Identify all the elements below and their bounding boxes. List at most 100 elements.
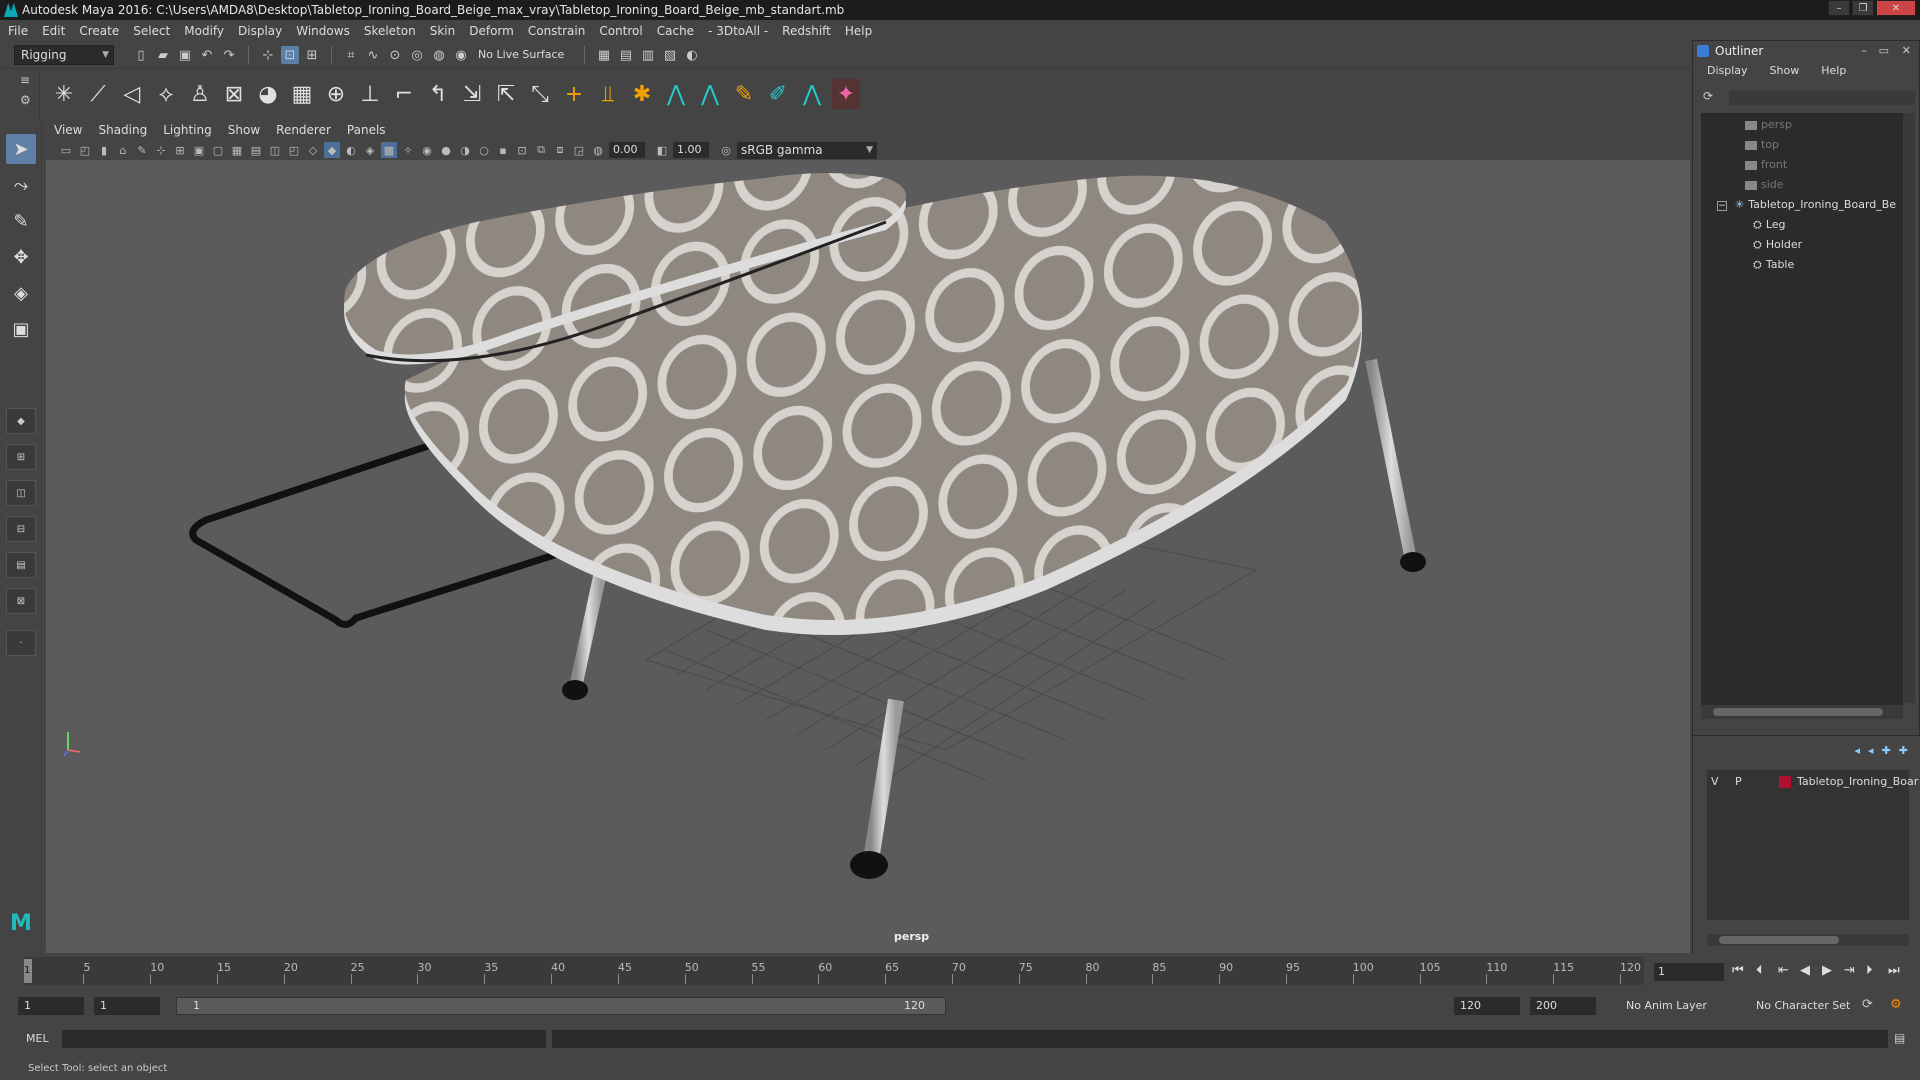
lasso-tool-icon[interactable]: ⤳ [6,170,36,200]
camera-attributes-icon[interactable]: ◰ [77,142,93,158]
auto-key-icon[interactable]: ⟳ [1862,997,1873,1012]
current-frame-field[interactable]: 1 [1654,963,1724,981]
textured-icon[interactable]: ▩ [381,142,397,158]
snap-point-icon[interactable]: ⊙ [386,46,404,64]
menu-set-dropdown[interactable]: Rigging ▼ [14,45,114,65]
undo-icon[interactable]: ↶ [198,46,216,64]
viewport-persp[interactable]: persp [46,160,1690,953]
xray-components-icon[interactable]: ◲ [571,142,587,158]
outliner-item-persp[interactable]: persp [1745,115,1792,135]
outliner-item-side[interactable]: side [1745,175,1784,195]
cross-locator-icon[interactable]: ✱ [628,79,656,109]
snap-curve-icon[interactable]: ∿ [364,46,382,64]
go-to-end-icon[interactable]: ⏭ [1888,963,1900,978]
snap-view-icon[interactable]: ◎ [408,46,426,64]
minimize-button[interactable]: – [1828,0,1850,16]
layer-playback-toggle[interactable]: P [1735,772,1742,792]
side-by-side-layout-icon[interactable]: ◫ [6,480,36,506]
current-time-marker[interactable]: 1 [24,959,32,983]
panel-menu-show[interactable]: Show [228,123,260,137]
xray-joints-icon[interactable]: ⧈ [552,142,568,158]
menu-skin[interactable]: Skin [430,24,456,38]
paint-tool-icon[interactable]: ✎ [730,79,758,109]
outliner-menu-display[interactable]: Display [1707,61,1748,81]
redshift-icon-2[interactable]: ⋀ [696,79,724,109]
locator-icon[interactable]: + [560,79,588,109]
bind-skin-icon[interactable]: ⊠ [220,79,248,109]
parent-constraint-icon[interactable]: ⇱ [492,79,520,109]
depth-of-field-icon[interactable]: ▪ [495,142,511,158]
menu-redshift[interactable]: Redshift [782,24,831,38]
make-live-icon[interactable]: ◉ [452,46,470,64]
joint-tool-icon[interactable]: ✳ [50,79,78,109]
menu-help[interactable]: Help [845,24,872,38]
new-scene-icon[interactable]: ▯ [132,46,150,64]
paint-weights-icon[interactable]: ◕ [254,79,282,109]
pole-vector-icon[interactable]: ⤡ [526,79,554,109]
gamma-field[interactable]: 1.00 [673,142,709,158]
restore-button[interactable]: ❐ [1852,0,1874,16]
playback-start-field[interactable]: 1 [94,997,160,1015]
layer-horizontal-scrollbar[interactable] [1707,934,1909,946]
playback-end-field[interactable]: 120 [1454,997,1520,1015]
multisample-aa-icon[interactable]: ○ [476,142,492,158]
render-settings-icon[interactable]: ▦ [595,46,613,64]
menu-windows[interactable]: Windows [296,24,350,38]
outliner-item-front[interactable]: front [1745,155,1787,175]
menu-display[interactable]: Display [238,24,282,38]
select-object-icon[interactable]: ⊡ [281,46,299,64]
shelf-tabs-icon[interactable]: ≡ [20,73,30,87]
panel-menu-panels[interactable]: Panels [347,123,386,137]
menu-control[interactable]: Control [599,24,642,38]
resolution-gate-icon[interactable]: ▢ [210,142,226,158]
play-backward-icon[interactable]: ◀ [1800,963,1810,978]
outliner-item-table[interactable]: ⛭ Table [1753,255,1794,275]
shelf-options-icon[interactable]: ⚙ [20,93,31,107]
screen-space-ao-icon[interactable]: ● [438,142,454,158]
persp-graph-layout-icon[interactable]: ⊟ [6,516,36,542]
layer-color-swatch[interactable] [1779,776,1791,788]
joint-orient-icon[interactable]: ⫫ [594,79,622,109]
anim-layer-dropdown[interactable]: No Anim Layer [1620,997,1744,1015]
persp-outliner-layout-icon[interactable]: ▤ [6,552,36,578]
select-hierarchy-icon[interactable]: ⊹ [259,46,277,64]
step-back-frame-icon[interactable]: ⏴ [1756,963,1763,978]
outliner-minimize-button[interactable]: – [1862,41,1868,61]
smooth-shade-icon[interactable]: ◆ [324,142,340,158]
render-view-icon[interactable]: ▧ [661,46,679,64]
menu-skeleton[interactable]: Skeleton [364,24,416,38]
animation-end-field[interactable]: 200 [1530,997,1596,1015]
layer-visibility-toggle[interactable]: V [1711,772,1719,792]
menu-select[interactable]: Select [133,24,170,38]
menu-cache[interactable]: Cache [657,24,694,38]
script-editor-icon[interactable]: ▤ [1894,1031,1905,1045]
step-back-key-icon[interactable]: ⇤ [1778,963,1789,978]
refresh-icon[interactable]: ⟳ [1703,89,1713,103]
wireframe-on-shaded-icon[interactable]: ◈ [362,142,378,158]
open-scene-icon[interactable]: ▰ [154,46,172,64]
single-perspective-layout-icon[interactable]: ◆ [6,408,36,434]
scale-constraint-icon[interactable]: ⇲ [458,79,486,109]
outliner-item-group[interactable]: − ✳ Tabletop_Ironing_Board_Be [1717,195,1896,215]
use-all-lights-icon[interactable]: ✧ [400,142,416,158]
close-button[interactable]: ✕ [1876,0,1916,16]
command-language-label[interactable]: MEL [26,1032,49,1045]
command-input[interactable] [62,1030,546,1048]
scrollbar-thumb[interactable] [1719,936,1839,944]
rotate-tool-icon[interactable]: ◈ [6,278,36,308]
outliner-menu-show[interactable]: Show [1770,61,1800,81]
color-management-icon[interactable]: ◎ [718,142,734,158]
orient-constraint-icon[interactable]: ↰ [424,79,452,109]
insert-joint-icon[interactable]: ⟋ [84,79,112,109]
redo-icon[interactable]: ↷ [220,46,238,64]
view-transform-dropdown[interactable]: sRGB gamma ▼ [737,141,877,159]
outliner-vertical-scrollbar[interactable] [1903,113,1915,703]
use-default-material-icon[interactable]: ◐ [343,142,359,158]
new-layer-selected-icon[interactable]: ✚ [1899,744,1908,757]
menu-file[interactable]: File [8,24,28,38]
go-to-start-icon[interactable]: ⏮ [1732,963,1744,978]
move-layer-down-icon[interactable]: ◂ [1868,744,1874,757]
mirror-joint-icon[interactable]: ◁ [118,79,146,109]
sculpt-tool-icon[interactable]: ✐ [764,79,792,109]
outliner-menu-help[interactable]: Help [1821,61,1846,81]
